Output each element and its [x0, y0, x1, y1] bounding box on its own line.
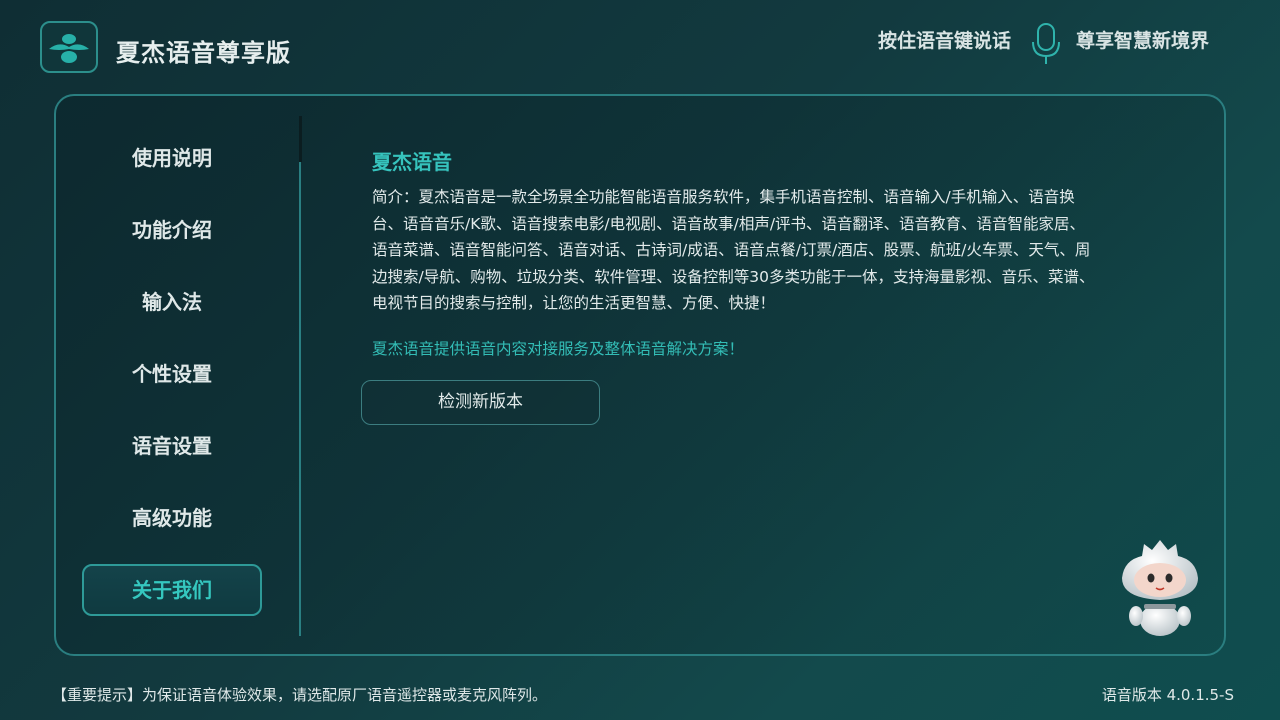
- description-line: 语音菜谱、语音智能问答、语音对话、古诗词/成语、语音点餐/订票/酒店、股票、航班…: [372, 241, 1091, 259]
- description-line: 边搜索/导航、购物、垃圾分类、软件管理、设备控制等30多类功能于一体，支持海量影…: [372, 267, 1095, 286]
- description-line: 电视节目的搜索与控制，让您的生活更智慧、方便、快捷！: [372, 294, 776, 312]
- check-update-button[interactable]: 检测新版本: [361, 380, 600, 425]
- description-line: 简介：夏杰语音是一款全场景全功能智能语音服务软件，集手机语音控制、语音输入/手机…: [372, 188, 1075, 206]
- sidebar-item-input-method[interactable]: 输入法: [82, 276, 262, 328]
- sidebar-item-about-us[interactable]: 关于我们: [82, 564, 262, 616]
- app-logo: [40, 21, 98, 73]
- robot-mascot-icon: [1122, 540, 1198, 636]
- app-title: 夏杰语音尊享版: [116, 39, 291, 67]
- version-label: 语音版本 4.0.1.5-S: [1101, 686, 1234, 704]
- sidebar-item-advanced[interactable]: 高级功能: [82, 492, 262, 544]
- description-line: 台、语音音乐/K歌、语音搜索电影/电视剧、语音故事/相声/评书、语音翻译、语音教…: [372, 214, 1086, 233]
- sidebar-item-feature-intro[interactable]: 功能介绍: [82, 204, 262, 256]
- content-description: 简介：夏杰语音是一款全场景全功能智能语音服务软件，集手机语音控制、语音输入/手机…: [372, 184, 1132, 317]
- content-title: 夏杰语音: [372, 150, 452, 174]
- sidebar-item-usage-guide[interactable]: 使用说明: [82, 132, 262, 184]
- voice-hint-text: 按住语音键说话: [878, 30, 1012, 52]
- xiajie-logo-icon: [49, 34, 89, 63]
- scroll-indicator: [299, 116, 302, 162]
- sidebar-divider: [299, 116, 301, 636]
- sidebar-item-voice-settings[interactable]: 语音设置: [82, 420, 262, 472]
- slogan-text: 尊享智慧新境界: [1076, 30, 1210, 52]
- microphone-icon: [1032, 23, 1060, 64]
- content-tagline: 夏杰语音提供语音内容对接服务及整体语音解决方案！: [372, 340, 745, 358]
- footer-notice: 【重要提示】为保证语音体验效果，请选配原厂语音遥控器或麦克风阵列。: [52, 686, 548, 704]
- sidebar-item-personalization[interactable]: 个性设置: [82, 348, 262, 400]
